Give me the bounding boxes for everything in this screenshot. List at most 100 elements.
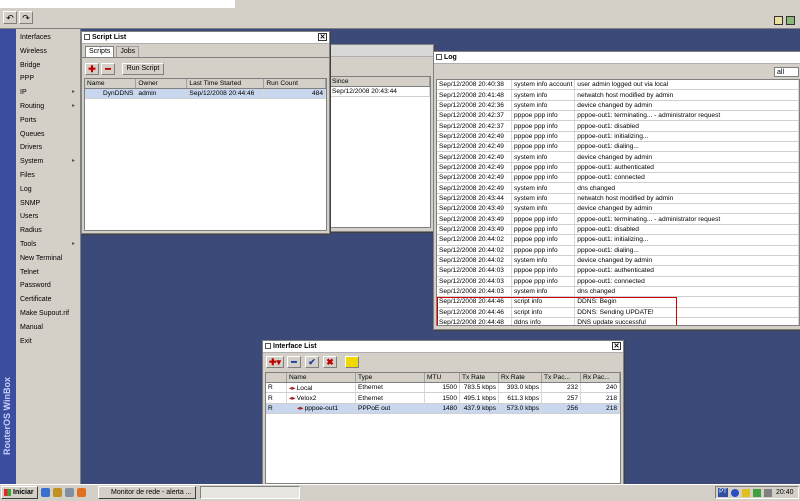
sidebar-item-password[interactable]: Password — [17, 279, 79, 293]
language-indicator[interactable]: PT — [718, 488, 728, 497]
col-name[interactable]: Name — [85, 79, 137, 89]
col-run-count[interactable]: Run Count — [263, 79, 326, 89]
table-row[interactable]: Sep/12/2008 20:42:49 system info dns chang… — [437, 182, 799, 194]
interface-list-titlebar[interactable]: Interface List ✕ — [263, 341, 623, 353]
comment-icon[interactable] — [345, 356, 359, 368]
sidebar-item-telnet[interactable]: Telnet — [17, 266, 79, 280]
firefox-icon[interactable] — [77, 488, 86, 497]
network-icon[interactable] — [753, 489, 761, 497]
table-row[interactable]: R ◂▸pppoe-out1 PPPoE out 1480 437.9 kbps 573.… — [266, 403, 620, 415]
table-row[interactable]: Sep/12/2008 20:43:49 pppoe ppp info pppoe-… — [437, 213, 799, 225]
volume-icon[interactable] — [764, 489, 772, 497]
col-last-started[interactable]: Last Time Started — [186, 79, 265, 89]
table-row[interactable]: DynDDNS admin Sep/12/2008 20:44:46 484 — [85, 88, 326, 100]
sidebar-item-exit[interactable]: Exit — [17, 335, 79, 349]
remove-icon[interactable]: ━ — [287, 356, 301, 368]
sidebar-item-wireless[interactable]: Wireless — [17, 45, 79, 59]
log-message: device changed by admin — [574, 203, 799, 215]
interface-name-label: Velox2 — [296, 395, 317, 403]
table-row[interactable]: Sep/12/2008 20:44:02 system info device ch… — [437, 255, 799, 267]
close-icon[interactable]: ✕ — [318, 33, 327, 41]
column-header[interactable]: Name — [286, 373, 356, 383]
sidebar-item-drivers[interactable]: Drivers — [17, 141, 79, 155]
explorer-icon[interactable] — [53, 488, 62, 497]
table-row[interactable]: Sep/12/2008 20:42:49 pppoe ppp info pppoe-… — [437, 162, 799, 174]
remove-icon[interactable]: ━ — [101, 63, 115, 75]
sidebar-item-system[interactable]: System ▸ — [17, 155, 79, 169]
table-row[interactable]: Sep/12/2008 20:42:49 system info device ch… — [437, 151, 799, 163]
task-winbox[interactable] — [200, 486, 300, 499]
chevron-right-icon: ▸ — [71, 89, 75, 96]
sidebar-item-make-supout-rif[interactable]: Make Supout.rif — [17, 307, 79, 321]
table-row[interactable]: Sep/12/2008 20:43:44 system info netwatch … — [437, 193, 799, 205]
log-titlebar[interactable]: Log — [434, 52, 800, 64]
column-header[interactable] — [266, 373, 287, 383]
table-row[interactable]: R ◂▸Local Ethernet 1500 783.5 kbps 393.0 kbps… — [266, 382, 620, 394]
lock-icon[interactable] — [786, 16, 795, 25]
table-row[interactable]: Sep/12/2008 20:42:36 system info device ch… — [437, 100, 799, 112]
column-header[interactable]: MTU — [424, 373, 460, 383]
ie-icon[interactable] — [41, 488, 50, 497]
shield-icon[interactable] — [742, 489, 750, 497]
quicklaunch-icon[interactable] — [65, 488, 74, 497]
log-topics: system info — [511, 182, 576, 194]
sidebar-item-radius[interactable]: Radius — [17, 224, 79, 238]
sidebar-item-queues[interactable]: Queues — [17, 128, 79, 142]
table-row[interactable]: Sep/12/2008 20:42:49 pppoe ppp info pppoe-… — [437, 172, 799, 184]
column-header[interactable]: Type — [355, 373, 425, 383]
tab-jobs[interactable]: Jobs — [116, 46, 140, 57]
sidebar-item-ppp[interactable]: PPP — [17, 72, 79, 86]
table-row[interactable]: Sep/12/2008 20:42:49 pppoe ppp info pppoe-… — [437, 141, 799, 153]
sidebar-item-interfaces[interactable]: Interfaces — [17, 31, 79, 45]
script-list-titlebar[interactable]: Script List ✕ — [82, 32, 329, 44]
table-row[interactable]: Sep/12/2008 20:42:37 pppoe ppp info pppoe-… — [437, 120, 799, 132]
column-header[interactable]: Rx Pac... — [580, 373, 620, 383]
sidebar-item-certificate[interactable]: Certificate — [17, 293, 79, 307]
sidebar-item-log[interactable]: Log — [17, 183, 79, 197]
table-row[interactable]: Sep/12/2008 20:44:03 pppoe ppp info pppoe-… — [437, 276, 799, 287]
sidebar-item-tools[interactable]: Tools ▸ — [17, 238, 79, 252]
sidebar-item-label: Telnet — [20, 268, 39, 276]
sidebar-item-users[interactable]: Users — [17, 210, 79, 224]
background-window-title[interactable] — [327, 45, 433, 57]
task-monitor-de-rede[interactable]: Monitor de rede - alerta ... — [98, 486, 196, 499]
table-row[interactable]: Sep/12/2008 20:44:02 pppoe ppp info pppoe-… — [437, 245, 799, 256]
col-owner[interactable]: Owner — [135, 79, 188, 89]
table-row[interactable]: Sep/12/2008 20:40:38 system info account u… — [437, 80, 799, 91]
add-icon[interactable]: ✚ — [85, 63, 99, 75]
run-script-button[interactable]: Run Script — [122, 63, 164, 75]
table-row[interactable]: Sep/12/2008 20:44:03 pppoe ppp info pppoe-… — [437, 265, 799, 277]
table-row[interactable]: Sep/12/2008 20:43:49 pppoe ppp info pppoe-… — [437, 224, 799, 236]
tray-icon[interactable] — [731, 489, 739, 497]
table-row[interactable]: R ◂▸Velox2 Ethernet 1500 495.1 kbps 611.3 kbp… — [266, 392, 620, 404]
sidebar-item-ports[interactable]: Ports — [17, 114, 79, 128]
add-dropdown-icon[interactable]: ✚▾ — [266, 356, 284, 368]
sidebar-item-files[interactable]: Files — [17, 169, 79, 183]
column-header[interactable]: Tx Rate — [459, 373, 499, 383]
sidebar-item-snmp[interactable]: SNMP — [17, 197, 79, 211]
undo-button[interactable]: ↶ — [3, 11, 17, 24]
table-row[interactable]: Sep/12/2008 20:41:48 system info netwatch … — [437, 89, 799, 101]
table-row[interactable]: Sep/12/2008 20:42:37 pppoe ppp info pppoe-… — [437, 110, 799, 122]
sidebar-item-bridge[interactable]: Bridge — [17, 59, 79, 73]
sidebar-item-new-terminal[interactable]: New Terminal — [17, 252, 79, 266]
column-header[interactable]: Rx Rate — [498, 373, 542, 383]
start-button[interactable]: Iniciar — [1, 486, 38, 499]
close-icon[interactable]: ✕ — [612, 342, 621, 350]
redo-button[interactable]: ↷ — [19, 11, 33, 24]
table-row[interactable]: Sep/12/2008 20:44:02 pppoe ppp info pppoe-… — [437, 234, 799, 246]
enable-icon[interactable]: ✔ — [305, 356, 319, 368]
disable-icon[interactable]: ✖ — [323, 356, 337, 368]
table-row[interactable]: Sep/12/2008 20:43:49 system info device ch… — [437, 203, 799, 215]
tab-scripts[interactable]: Scripts — [85, 46, 115, 57]
sidebar-item-manual[interactable]: Manual — [17, 321, 79, 335]
safe-mode-icon[interactable] — [774, 16, 783, 25]
table-row[interactable]: Sep/12/2008 20:44:03 system info dns chang… — [437, 286, 799, 298]
log-filter-select[interactable]: all — [774, 67, 799, 77]
sidebar-item-routing[interactable]: Routing ▸ — [17, 100, 79, 114]
column-header[interactable]: Tx Pac... — [541, 373, 581, 383]
table-row[interactable]: Sep/12/2008 20:42:49 pppoe ppp info pppoe-… — [437, 131, 799, 143]
sidebar-item-ip[interactable]: IP ▸ — [17, 86, 79, 100]
since-header[interactable]: Since — [330, 77, 430, 87]
windows-logo-icon — [4, 489, 11, 496]
